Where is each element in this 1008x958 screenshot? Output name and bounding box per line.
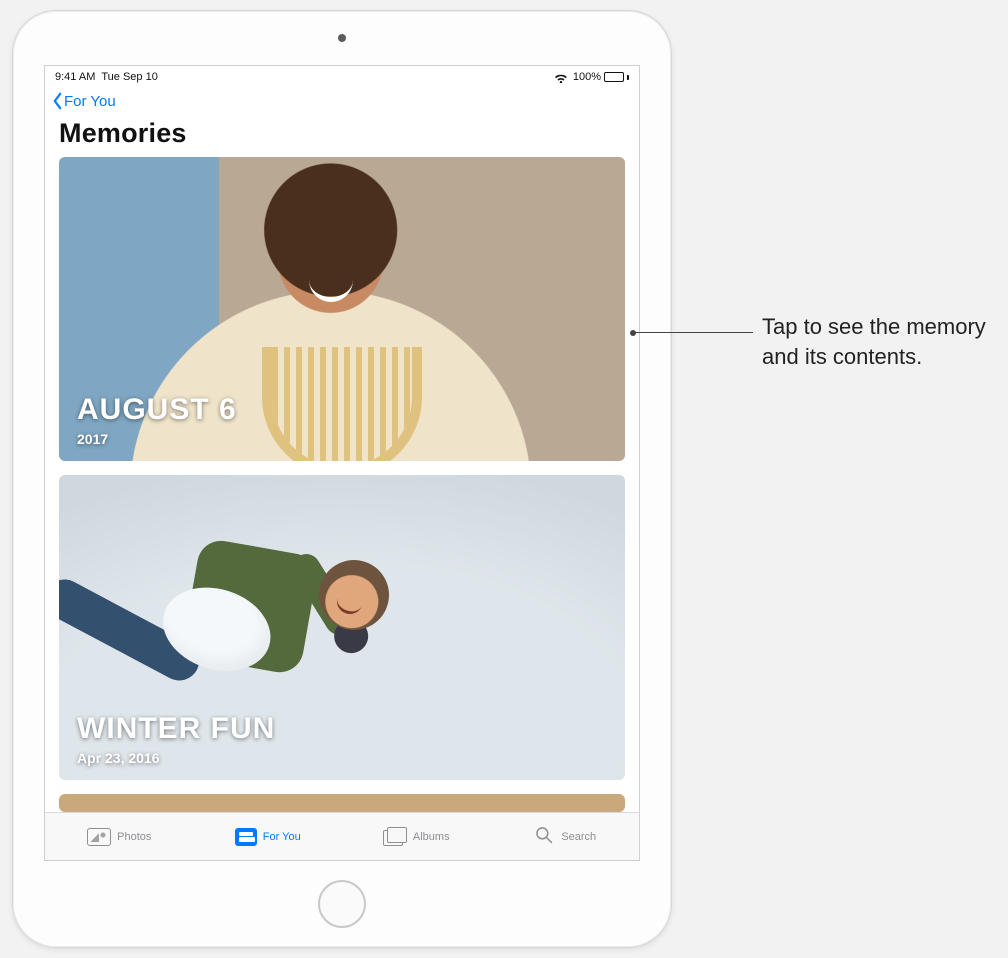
- memory-subtitle: Apr 23, 2016: [77, 750, 275, 766]
- status-bar: 9:41 AM Tue Sep 10 100%: [45, 66, 639, 86]
- memory-title: WINTER FUN: [77, 714, 275, 744]
- back-button[interactable]: For You: [51, 92, 116, 110]
- tab-albums[interactable]: Albums: [342, 813, 491, 860]
- memory-subtitle: 2017: [77, 431, 237, 447]
- navigation-bar: For You: [45, 86, 639, 116]
- tab-label: For You: [263, 831, 301, 843]
- ipad-device-frame: 9:41 AM Tue Sep 10 100% For You: [12, 10, 672, 948]
- tab-label: Search: [561, 831, 596, 843]
- screen: 9:41 AM Tue Sep 10 100% For You: [44, 65, 640, 861]
- ipad-top-bezel: [338, 11, 346, 65]
- tab-label: Albums: [413, 831, 450, 843]
- search-icon: [533, 825, 555, 848]
- memory-title: AUGUST 6: [77, 395, 237, 425]
- memory-card[interactable]: AUGUST 6 2017: [59, 157, 625, 461]
- tab-label: Photos: [117, 831, 151, 843]
- photos-icon: [87, 828, 111, 846]
- chevron-left-icon: [51, 92, 64, 110]
- memory-card[interactable]: [59, 794, 625, 812]
- home-button[interactable]: [318, 880, 366, 928]
- front-camera-icon: [338, 34, 346, 42]
- battery-icon: [604, 72, 624, 82]
- callout-text: Tap to see the memory and its contents.: [762, 312, 997, 371]
- status-date: Tue Sep 10: [101, 71, 157, 83]
- memory-illustration: [310, 551, 398, 639]
- for-you-icon: [235, 828, 257, 846]
- page-title: Memories: [45, 116, 639, 157]
- tab-bar: Photos For You Albums Search: [45, 812, 639, 860]
- status-time: 9:41 AM: [55, 71, 95, 83]
- memory-card-caption: AUGUST 6 2017: [77, 395, 237, 447]
- tab-photos[interactable]: Photos: [45, 813, 194, 860]
- memory-card[interactable]: WINTER FUN Apr 23, 2016: [59, 475, 625, 779]
- albums-icon: [383, 828, 407, 846]
- memory-card-caption: WINTER FUN Apr 23, 2016: [77, 714, 275, 766]
- tab-for-you[interactable]: For You: [194, 813, 343, 860]
- status-bar-right: 100%: [554, 71, 629, 83]
- back-label: For You: [64, 93, 116, 110]
- status-bar-left: 9:41 AM Tue Sep 10: [55, 71, 158, 83]
- callout-leader-line: [633, 332, 753, 333]
- memories-list[interactable]: AUGUST 6 2017 WINTER FUN Apr 23, 2016: [45, 157, 639, 812]
- battery-percent: 100%: [573, 71, 601, 83]
- ipad-bottom-bezel: [318, 861, 366, 947]
- battery-indicator: 100%: [573, 71, 629, 83]
- tab-search[interactable]: Search: [491, 813, 640, 860]
- wifi-icon: [554, 71, 568, 83]
